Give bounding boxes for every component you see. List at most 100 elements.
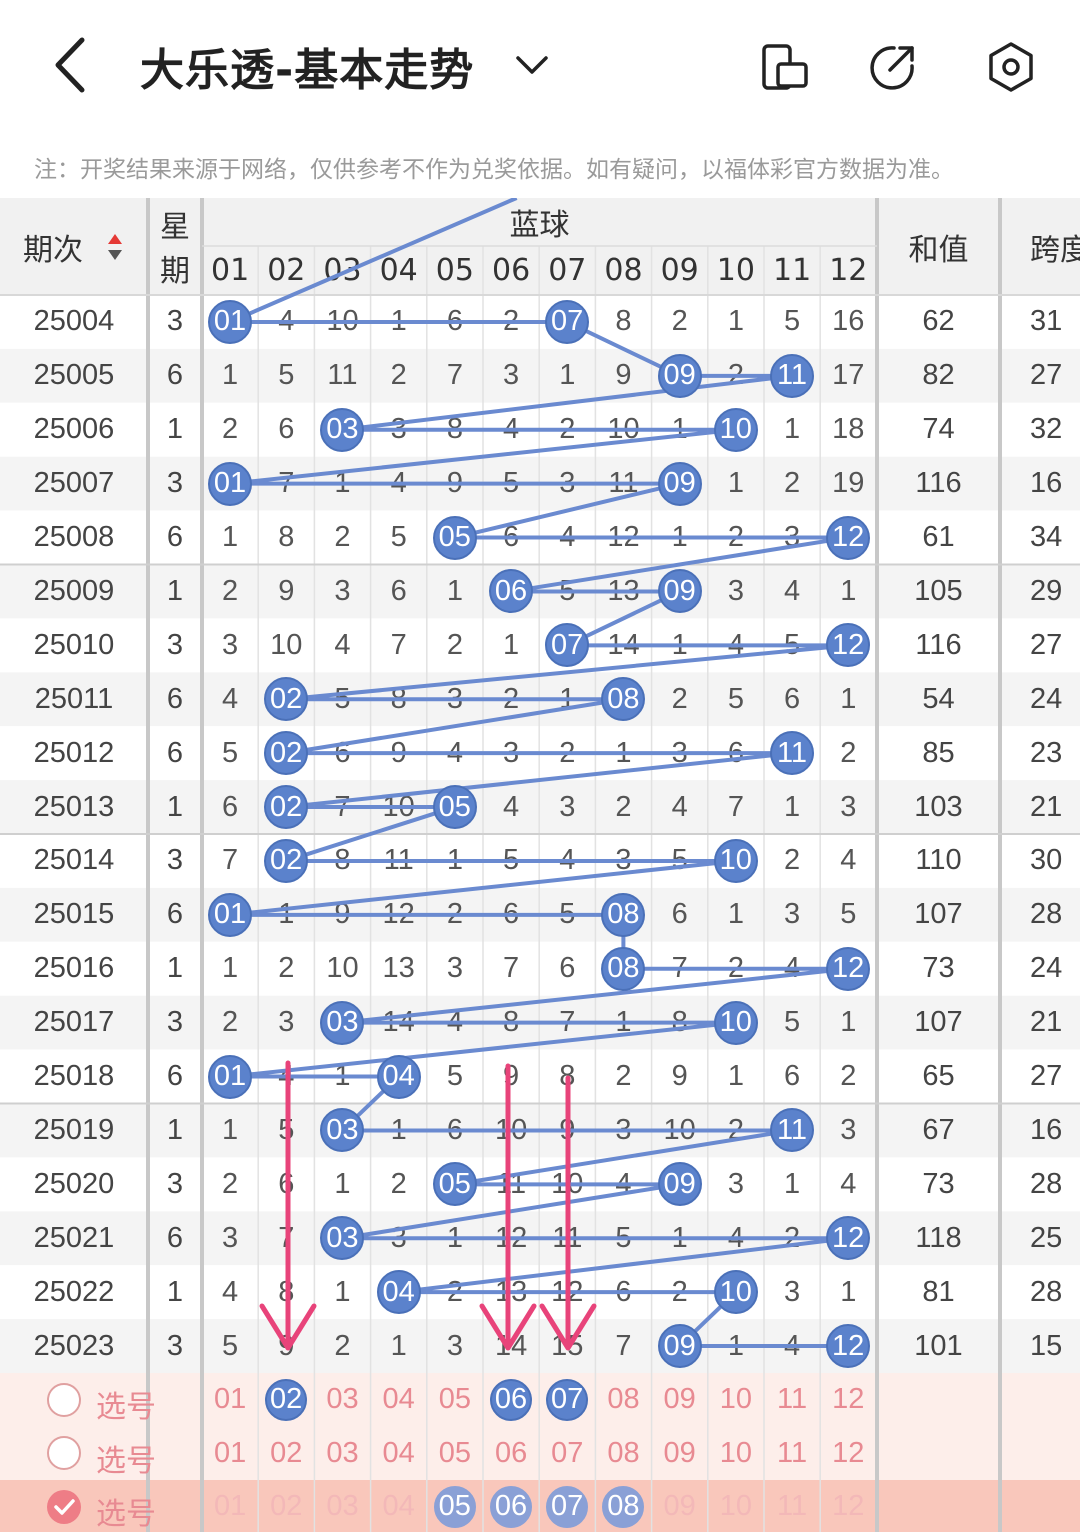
sum-cell: 110 (915, 844, 962, 877)
selectable-number[interactable]: 04 (371, 1480, 427, 1532)
miss-count-cell: 6 (278, 1167, 295, 1200)
phone-rotate-icon[interactable] (758, 40, 812, 94)
miss-count-cell: 1 (334, 1167, 351, 1200)
checkmark-icon (54, 1499, 75, 1515)
drawn-ball: 02 (264, 838, 309, 883)
drawn-ball: 09 (657, 1324, 702, 1369)
selectable-number[interactable]: 02 (258, 1480, 314, 1532)
selected-number-ball[interactable]: 08 (602, 1485, 645, 1528)
selectable-number[interactable]: 01 (202, 1427, 258, 1481)
miss-count-cell: 2 (390, 359, 407, 392)
sum-cell: 116 (915, 467, 962, 500)
selectable-number[interactable]: 05 (427, 1373, 483, 1427)
selectable-number[interactable]: 09 (652, 1480, 708, 1532)
weekday-cell: 1 (166, 952, 184, 985)
selectable-number[interactable]: 12 (820, 1427, 876, 1481)
selected-number-ball[interactable]: 02 (265, 1378, 308, 1421)
selector-label[interactable]: 选号 (96, 1382, 156, 1426)
selectable-number[interactable]: 03 (314, 1373, 370, 1427)
selectable-number[interactable]: 03 (314, 1480, 370, 1532)
miss-count-cell: 3 (727, 1167, 744, 1200)
miss-count-cell: 1 (671, 628, 688, 661)
miss-count-cell: 4 (446, 1006, 463, 1039)
selectable-number[interactable]: 10 (708, 1373, 764, 1427)
number-header: 02 (267, 252, 306, 288)
chevron-left-icon[interactable] (40, 30, 110, 100)
weekday-cell: 6 (166, 682, 184, 715)
drawn-ball: 05 (432, 515, 477, 560)
selectable-number[interactable]: 05 (427, 1427, 483, 1481)
selector-label[interactable]: 选号 (96, 1436, 156, 1480)
weekday-cell: 6 (166, 359, 184, 392)
weekday-cell: 3 (166, 844, 184, 877)
miss-count-cell: 5 (390, 521, 407, 554)
chevron-down-icon[interactable] (510, 40, 554, 90)
miss-count-cell: 12 (382, 898, 415, 931)
selectable-number[interactable]: 10 (708, 1480, 764, 1532)
selectable-number[interactable]: 06 (483, 1427, 539, 1481)
selectable-number[interactable]: 08 (595, 1427, 651, 1481)
selectable-number[interactable]: 03 (314, 1427, 370, 1481)
miss-count-cell: 1 (390, 305, 407, 338)
sum-cell: 107 (914, 898, 963, 931)
selectable-number[interactable]: 01 (202, 1373, 258, 1427)
drawn-ball: 06 (489, 569, 533, 614)
selected-number-ball[interactable]: 06 (490, 1485, 532, 1528)
selectable-number[interactable]: 04 (371, 1373, 427, 1427)
selectable-number[interactable]: 10 (708, 1427, 764, 1481)
selectable-number[interactable]: 04 (371, 1427, 427, 1481)
sum-cell: 61 (922, 521, 955, 554)
miss-count-cell: 1 (671, 521, 688, 554)
span-header: 跨度 (1030, 232, 1080, 268)
selectable-number[interactable]: 11 (764, 1480, 820, 1532)
drawn-ball: 01 (208, 461, 252, 506)
unchecked-radio[interactable] (47, 1382, 81, 1417)
selectable-number[interactable]: 07 (539, 1427, 595, 1481)
selectable-number[interactable]: 12 (820, 1480, 876, 1532)
miss-count-cell: 2 (784, 1221, 801, 1254)
sum-cell: 67 (922, 1113, 955, 1146)
miss-count-cell: 7 (390, 628, 407, 661)
miss-count-cell: 2 (727, 521, 744, 554)
sort-icon[interactable] (106, 232, 124, 262)
page-title[interactable]: 大乐透-基本走势 (140, 34, 474, 98)
miss-count-cell: 3 (222, 628, 239, 661)
selectable-number[interactable]: 02 (258, 1427, 314, 1481)
settings-icon[interactable] (984, 40, 1038, 94)
miss-count-cell: 3 (503, 736, 520, 769)
sum-cell: 101 (914, 1329, 963, 1362)
selectable-number[interactable]: 11 (764, 1427, 820, 1481)
miss-count-cell: 1 (784, 413, 801, 446)
selectable-number[interactable]: 09 (652, 1427, 708, 1481)
trend-table: 期次星期蓝球 01 02 03 04 05 06 07 08 09 10 11 12 和值 跨度 25004 3… (0, 198, 1080, 1532)
selected-number-ball[interactable]: 05 (433, 1485, 476, 1528)
period-cell: 25022 (33, 1275, 115, 1308)
number-header: 01 (211, 252, 250, 288)
miss-count-cell: 16 (832, 305, 865, 338)
miss-count-cell: 5 (559, 574, 576, 607)
selectable-number[interactable]: 08 (595, 1373, 651, 1427)
selected-number-ball[interactable]: 07 (546, 1485, 589, 1528)
miss-count-cell: 1 (334, 1060, 351, 1093)
span-cell: 31 (1030, 305, 1063, 338)
selectable-number[interactable]: 12 (820, 1373, 876, 1427)
disclaimer-notice: 注：开奖结果来源于网络，仅供参考不作为兑奖依据。如有疑问，以福体彩官方数据为准。 (34, 157, 954, 183)
miss-count-cell: 7 (615, 1329, 632, 1362)
selectable-number[interactable]: 11 (764, 1373, 820, 1427)
share-icon[interactable] (866, 40, 920, 94)
checked-radio[interactable] (47, 1489, 81, 1524)
selected-number-ball[interactable]: 06 (490, 1378, 532, 1421)
weekday-cell: 6 (166, 1221, 184, 1254)
miss-count-cell: 2 (446, 628, 463, 661)
selector-label[interactable]: 选号 (96, 1489, 156, 1532)
miss-count-cell: 13 (607, 574, 640, 607)
miss-count-cell: 2 (278, 952, 295, 985)
miss-count-cell: 3 (784, 898, 801, 931)
selected-number-ball[interactable]: 07 (546, 1378, 589, 1421)
miss-count-cell: 5 (784, 1006, 801, 1039)
span-cell: 30 (1030, 844, 1063, 877)
selectable-number[interactable]: 01 (202, 1480, 258, 1532)
selector-row-background (0, 1480, 1080, 1532)
selectable-number[interactable]: 09 (652, 1373, 708, 1427)
unchecked-radio[interactable] (47, 1436, 81, 1471)
